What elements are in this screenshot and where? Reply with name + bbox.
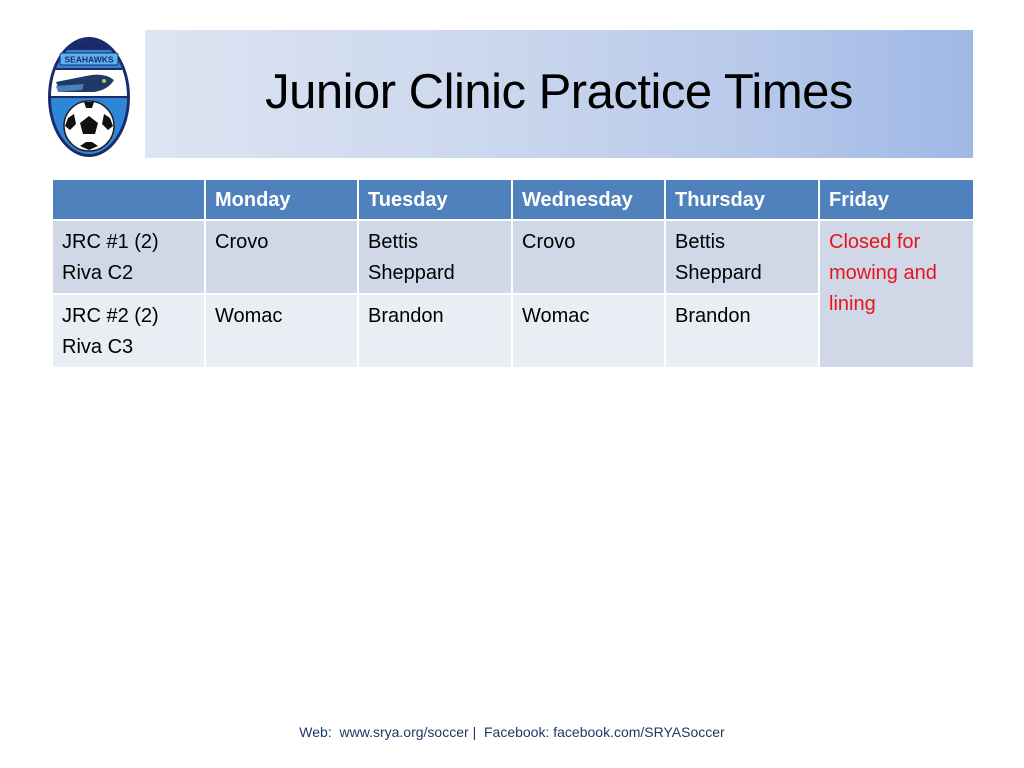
header-wednesday: Wednesday — [511, 178, 666, 221]
logo-banner-text: SEAHAWKS — [64, 55, 113, 65]
seahawks-soccer-logo-icon: SEAHAWKS — [48, 37, 130, 157]
table-row: JRC #1 (2) Riva C2 Crovo Bettis Sheppard… — [51, 219, 975, 369]
team-cell: JRC #2 (2) Riva C3 — [51, 293, 206, 369]
coach-line: Bettis — [368, 231, 419, 253]
table-header-row: Monday Tuesday Wednesday Thursday Friday — [51, 178, 975, 221]
team-cell: JRC #1 (2) Riva C2 — [51, 219, 206, 295]
team-name: JRC #1 (2) — [62, 231, 159, 253]
tuesday-cell: Brandon — [357, 293, 513, 369]
wednesday-cell: Womac — [511, 293, 666, 369]
title-band: Junior Clinic Practice Times — [145, 30, 973, 158]
header-friday: Friday — [818, 178, 975, 221]
friday-closed-note: Closed for mowing and lining — [818, 219, 975, 369]
header-tuesday: Tuesday — [357, 178, 513, 221]
team-field: Riva C3 — [62, 336, 134, 358]
facebook-link[interactable]: facebook.com/SRYASoccer — [553, 724, 724, 740]
header-monday: Monday — [204, 178, 359, 221]
team-name: JRC #2 (2) — [62, 305, 159, 327]
header-thursday: Thursday — [664, 178, 820, 221]
web-label: Web: — [299, 724, 332, 740]
facebook-label: Facebook: — [483, 724, 550, 740]
tuesday-cell: Bettis Sheppard — [357, 219, 513, 295]
monday-cell: Crovo — [204, 219, 359, 295]
coach-line: Sheppard — [675, 262, 762, 284]
monday-cell: Womac — [204, 293, 359, 369]
footer-contact: Web: www.srya.org/soccer | Facebook: fac… — [0, 724, 1024, 740]
practice-schedule-table: Monday Tuesday Wednesday Thursday Friday… — [51, 178, 975, 369]
thursday-cell: Brandon — [664, 293, 820, 369]
header-corner — [51, 178, 206, 221]
web-link[interactable]: www.srya.org/soccer — [340, 724, 469, 740]
wednesday-cell: Crovo — [511, 219, 666, 295]
seahawks-logo: SEAHAWKS — [46, 36, 132, 158]
coach-line: Bettis — [675, 231, 726, 253]
coach-line: Sheppard — [368, 262, 455, 284]
team-field: Riva C2 — [62, 262, 134, 284]
thursday-cell: Bettis Sheppard — [664, 219, 820, 295]
page-title: Junior Clinic Practice Times — [265, 65, 853, 119]
